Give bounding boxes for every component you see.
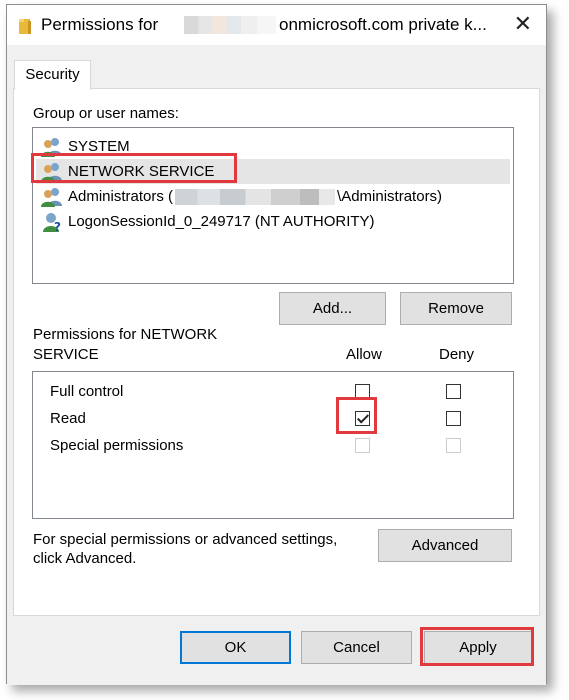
- redacted-title-segment: [184, 16, 276, 34]
- redacted-domain: [175, 189, 336, 206]
- deny-column-header: Deny: [439, 346, 475, 363]
- permissions-header-line1: Permissions for NETWORK: [33, 326, 218, 343]
- tab-strip: Security: [7, 45, 546, 90]
- remove-button[interactable]: Remove: [400, 292, 512, 325]
- group-user-list[interactable]: SYSTEM NETWORK SERVICE Administrators ( \…: [32, 127, 514, 284]
- list-item-label-before: Administrators (: [68, 188, 174, 205]
- list-item-label: LogonSessionId_0_249717 (NT AUTHORITY): [68, 213, 375, 230]
- users-icon: [41, 138, 62, 157]
- list-item-network-service[interactable]: NETWORK SERVICE: [36, 159, 510, 184]
- special-deny-checkbox: [446, 438, 461, 453]
- users-icon: [41, 188, 62, 207]
- folder-icon: [19, 19, 31, 34]
- apply-button[interactable]: Apply: [424, 631, 532, 664]
- close-icon[interactable]: ✕: [514, 13, 532, 35]
- full-control-allow-checkbox[interactable]: [355, 384, 370, 399]
- special-allow-checkbox: [355, 438, 370, 453]
- read-allow-checkbox[interactable]: [355, 411, 370, 426]
- group-names-label: Group or user names:: [33, 105, 179, 122]
- cancel-button[interactable]: Cancel: [301, 631, 412, 664]
- add-button[interactable]: Add...: [279, 292, 386, 325]
- permissions-dialog: Permissions for onmicrosoft.com private …: [6, 4, 547, 685]
- permission-special: Special permissions: [50, 437, 184, 454]
- advanced-hint-line1: For special permissions or advanced sett…: [33, 531, 338, 548]
- unknown-user-icon: ?: [43, 213, 61, 232]
- permissions-list: Full control Read Special permissions: [32, 371, 514, 519]
- title-bar[interactable]: Permissions for onmicrosoft.com private …: [7, 5, 546, 45]
- list-item-logon-session[interactable]: ? LogonSessionId_0_249717 (NT AUTHORITY): [36, 209, 510, 234]
- list-item-label-group: Administrators ( \Administrators): [68, 184, 442, 209]
- permissions-header-line2: SERVICE: [33, 346, 99, 363]
- permission-full-control: Full control: [50, 383, 124, 400]
- window-title-suffix: onmicrosoft.com private k...: [279, 15, 487, 34]
- list-item-label: NETWORK SERVICE: [68, 163, 215, 180]
- allow-column-header: Allow: [346, 346, 382, 363]
- permission-read: Read: [50, 410, 86, 427]
- list-item-system[interactable]: SYSTEM: [36, 134, 510, 159]
- window-title-prefix: Permissions for: [41, 15, 159, 34]
- list-item-label-after: \Administrators): [337, 188, 443, 205]
- list-item-label: SYSTEM: [68, 138, 130, 155]
- ok-button[interactable]: OK: [180, 631, 291, 664]
- svg-text:?: ?: [54, 220, 61, 232]
- advanced-hint-line2: click Advanced.: [33, 550, 137, 567]
- users-icon: [41, 163, 62, 182]
- full-control-deny-checkbox[interactable]: [446, 384, 461, 399]
- read-deny-checkbox[interactable]: [446, 411, 461, 426]
- tab-security[interactable]: Security: [14, 60, 91, 90]
- advanced-button[interactable]: Advanced: [378, 529, 512, 562]
- list-item-administrators[interactable]: Administrators ( \Administrators): [36, 184, 510, 209]
